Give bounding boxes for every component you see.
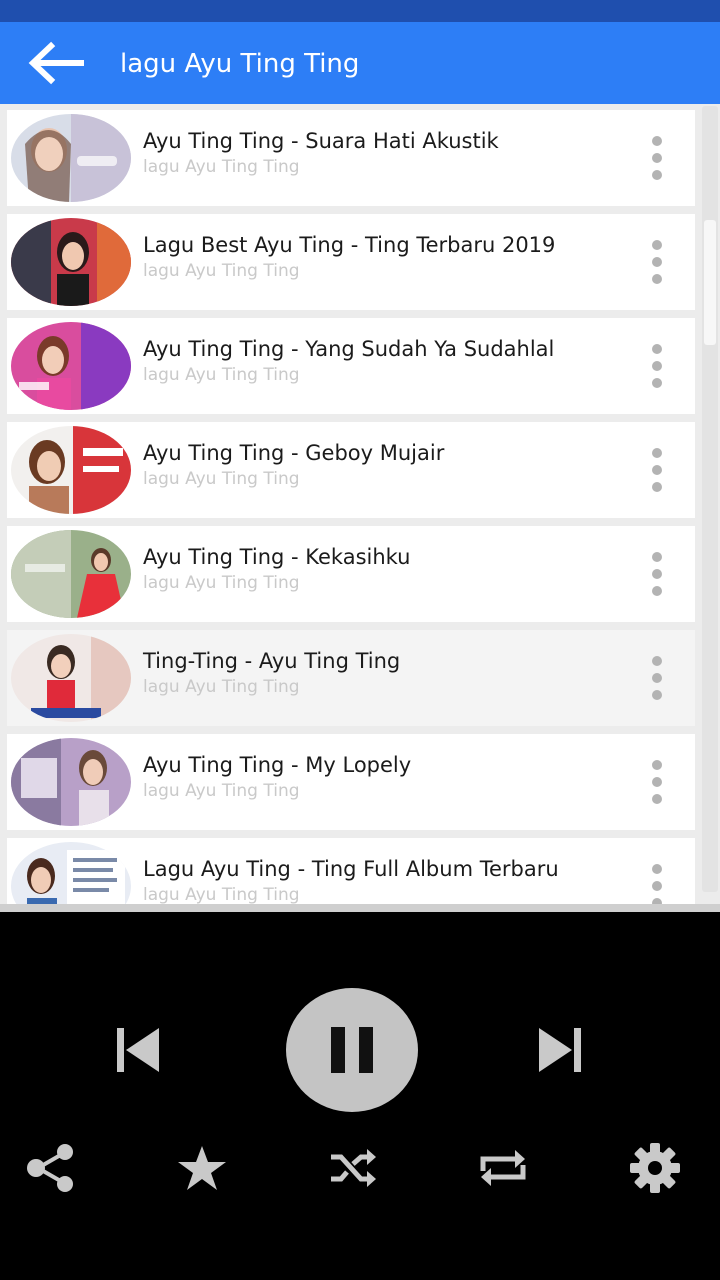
- song-subtitle: lagu Ayu Ting Ting: [143, 157, 300, 177]
- song-title: Ayu Ting Ting - Geboy Mujair: [143, 441, 445, 465]
- song-subtitle: lagu Ayu Ting Ting: [143, 365, 300, 385]
- favorite-button[interactable]: [172, 1140, 232, 1196]
- page-title: lagu Ayu Ting Ting: [120, 49, 360, 79]
- song-title: Ayu Ting Ting - My Lopely: [143, 753, 412, 777]
- back-button[interactable]: [22, 38, 88, 88]
- song-thumbnail: [11, 322, 131, 410]
- song-subtitle: lagu Ayu Ting Ting: [143, 781, 300, 801]
- song-thumbnail: [11, 530, 131, 618]
- more-vert-icon: [652, 344, 662, 354]
- status-bar: [0, 0, 720, 22]
- skip-next-icon: [539, 1028, 581, 1072]
- song-title: Ayu Ting Ting - Suara Hati Akustik: [143, 129, 499, 153]
- more-vert-icon: [652, 552, 662, 562]
- scrollbar-thumb[interactable]: [704, 220, 716, 345]
- more-options-button[interactable]: [645, 344, 669, 388]
- list-bottom-edge: [0, 904, 720, 912]
- more-vert-icon: [652, 656, 662, 666]
- song-item[interactable]: Ayu Ting Ting - Suara Hati Akustik lagu …: [7, 110, 695, 206]
- song-subtitle: lagu Ayu Ting Ting: [143, 261, 300, 281]
- song-thumbnail: [11, 426, 131, 514]
- skip-previous-icon: [117, 1028, 159, 1072]
- song-thumbnail: [11, 738, 131, 826]
- more-vert-icon: [652, 760, 662, 770]
- song-thumbnail: [11, 114, 131, 202]
- song-item[interactable]: Lagu Best Ayu Ting - Ting Terbaru 2019 l…: [7, 214, 695, 310]
- song-thumbnail: [11, 842, 131, 910]
- song-subtitle: lagu Ayu Ting Ting: [143, 885, 300, 905]
- song-thumbnail: [11, 634, 131, 722]
- song-title: Lagu Best Ayu Ting - Ting Terbaru 2019: [143, 233, 556, 257]
- song-subtitle: lagu Ayu Ting Ting: [143, 469, 300, 489]
- more-vert-icon: [652, 864, 662, 874]
- settings-button[interactable]: [624, 1138, 686, 1198]
- song-item[interactable]: Ting-Ting - Ayu Ting Ting lagu Ayu Ting …: [7, 630, 695, 726]
- more-vert-icon: [652, 136, 662, 146]
- share-icon: [27, 1144, 73, 1192]
- previous-button[interactable]: [106, 1022, 170, 1078]
- song-title: Ting-Ting - Ayu Ting Ting: [143, 649, 401, 673]
- next-button[interactable]: [528, 1022, 592, 1078]
- more-options-button[interactable]: [645, 864, 669, 908]
- more-options-button[interactable]: [645, 656, 669, 700]
- more-options-button[interactable]: [645, 240, 669, 284]
- more-options-button[interactable]: [645, 760, 669, 804]
- pause-icon: [331, 1027, 373, 1073]
- more-options-button[interactable]: [645, 136, 669, 180]
- shuffle-button[interactable]: [322, 1142, 382, 1194]
- song-item[interactable]: Lagu Ayu Ting - Ting Full Album Terbaru …: [7, 838, 695, 910]
- pause-button[interactable]: [286, 988, 418, 1112]
- more-options-button[interactable]: [645, 552, 669, 596]
- song-title: Lagu Ayu Ting - Ting Full Album Terbaru: [143, 857, 559, 881]
- repeat-button[interactable]: [472, 1142, 534, 1194]
- song-list[interactable]: Ayu Ting Ting - Suara Hati Akustik lagu …: [0, 104, 720, 910]
- song-subtitle: lagu Ayu Ting Ting: [143, 573, 300, 593]
- gear-icon: [630, 1143, 680, 1193]
- song-item[interactable]: Ayu Ting Ting - Yang Sudah Ya Sudahlal l…: [7, 318, 695, 414]
- more-options-button[interactable]: [645, 448, 669, 492]
- share-button[interactable]: [20, 1140, 80, 1196]
- song-item[interactable]: Ayu Ting Ting - Geboy Mujair lagu Ayu Ti…: [7, 422, 695, 518]
- player-controls: [0, 912, 720, 1280]
- arrow-back-icon: [28, 41, 84, 85]
- song-item[interactable]: Ayu Ting Ting - My Lopely lagu Ayu Ting …: [7, 734, 695, 830]
- repeat-icon: [480, 1150, 526, 1186]
- song-title: Ayu Ting Ting - Yang Sudah Ya Sudahlal: [143, 337, 555, 361]
- more-vert-icon: [652, 240, 662, 250]
- song-item[interactable]: Ayu Ting Ting - Kekasihku lagu Ayu Ting …: [7, 526, 695, 622]
- app-bar: lagu Ayu Ting Ting: [0, 22, 720, 104]
- song-thumbnail: [11, 218, 131, 306]
- song-title: Ayu Ting Ting - Kekasihku: [143, 545, 411, 569]
- song-subtitle: lagu Ayu Ting Ting: [143, 677, 300, 697]
- star-icon: [178, 1146, 226, 1190]
- more-vert-icon: [652, 448, 662, 458]
- shuffle-icon: [331, 1149, 376, 1187]
